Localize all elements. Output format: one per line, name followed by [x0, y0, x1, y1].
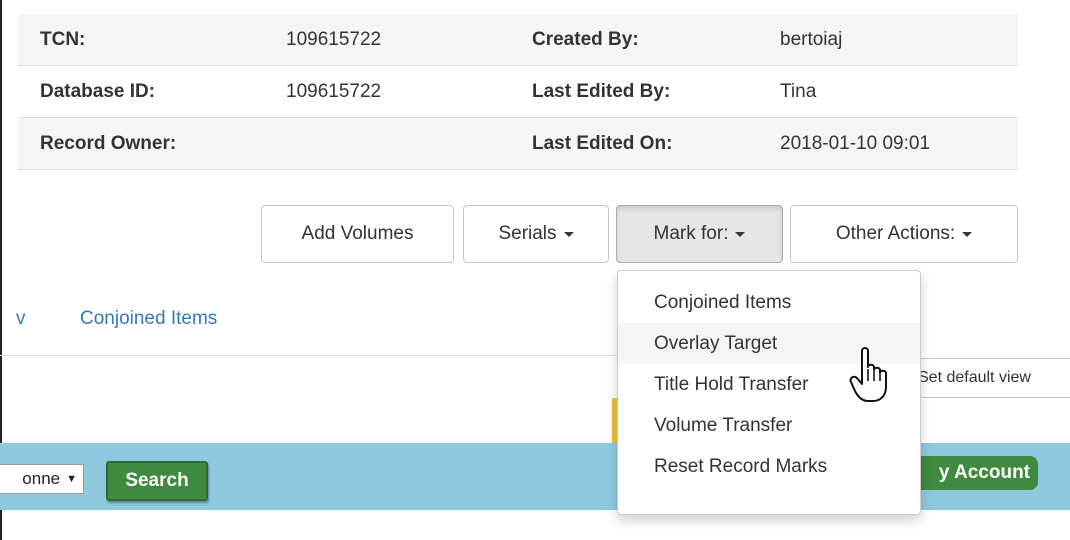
mark-for-label: Mark for: [653, 223, 729, 244]
account-button-label: y Account [938, 462, 1030, 483]
summary-row-database-id: Database ID: 109615722 Last Edited By: T… [18, 66, 1018, 118]
menu-item-overlay-target[interactable]: Overlay Target [618, 323, 920, 364]
database-id-value: 109615722 [286, 81, 382, 102]
record-summary-table: TCN: 109615722 Created By: bertoiaj Data… [18, 14, 1018, 170]
summary-row-tcn: TCN: 109615722 Created By: bertoiaj [18, 14, 1018, 66]
caret-down-icon [563, 231, 574, 237]
summary-row-record-owner: Record Owner: Last Edited On: 2018-01-10… [18, 118, 1018, 170]
serials-label: Serials [498, 223, 557, 244]
tcn-value: 109615722 [286, 29, 382, 50]
database-id-label: Database ID: [40, 81, 156, 102]
mark-for-dropdown-button[interactable]: Mark for: [616, 205, 783, 263]
add-volumes-label: Add Volumes [301, 223, 414, 244]
other-actions-label: Other Actions: [835, 223, 956, 244]
search-select-value: onne [22, 469, 61, 488]
tab-partial[interactable]: v [16, 308, 26, 330]
menu-item-title-hold-transfer[interactable]: Title Hold Transfer [618, 364, 920, 405]
menu-item-reset-record-marks[interactable]: Reset Record Marks [618, 446, 920, 487]
created-by-value: bertoiaj [780, 29, 843, 50]
search-select[interactable]: onne ▼ [0, 464, 84, 494]
search-button-label: Search [125, 470, 189, 491]
mark-for-dropdown-menu: Conjoined Items Overlay Target Title Hol… [617, 270, 921, 515]
menu-item-conjoined-items[interactable]: Conjoined Items [618, 282, 920, 323]
add-volumes-button[interactable]: Add Volumes [261, 205, 454, 263]
last-edited-by-label: Last Edited By: [532, 81, 671, 102]
serials-dropdown-button[interactable]: Serials [463, 205, 609, 263]
record-owner-label: Record Owner: [40, 133, 177, 154]
caret-down-icon [962, 231, 973, 237]
search-button[interactable]: Search [106, 461, 208, 501]
dropdown-arrow-icon: ▼ [66, 473, 77, 485]
tab-conjoined-items[interactable]: Conjoined Items [80, 308, 217, 330]
caret-down-icon [735, 231, 746, 237]
last-edited-by-value: Tina [780, 81, 817, 102]
set-default-view-button[interactable]: Set default view [905, 358, 1070, 398]
other-actions-dropdown-button[interactable]: Other Actions: [790, 205, 1018, 263]
tcn-label: TCN: [40, 29, 86, 50]
menu-item-volume-transfer[interactable]: Volume Transfer [618, 405, 920, 446]
last-edited-on-value: 2018-01-10 09:01 [780, 133, 931, 154]
set-default-view-label: Set default view [918, 369, 1031, 386]
last-edited-on-label: Last Edited On: [532, 133, 673, 154]
created-by-label: Created By: [532, 29, 639, 50]
